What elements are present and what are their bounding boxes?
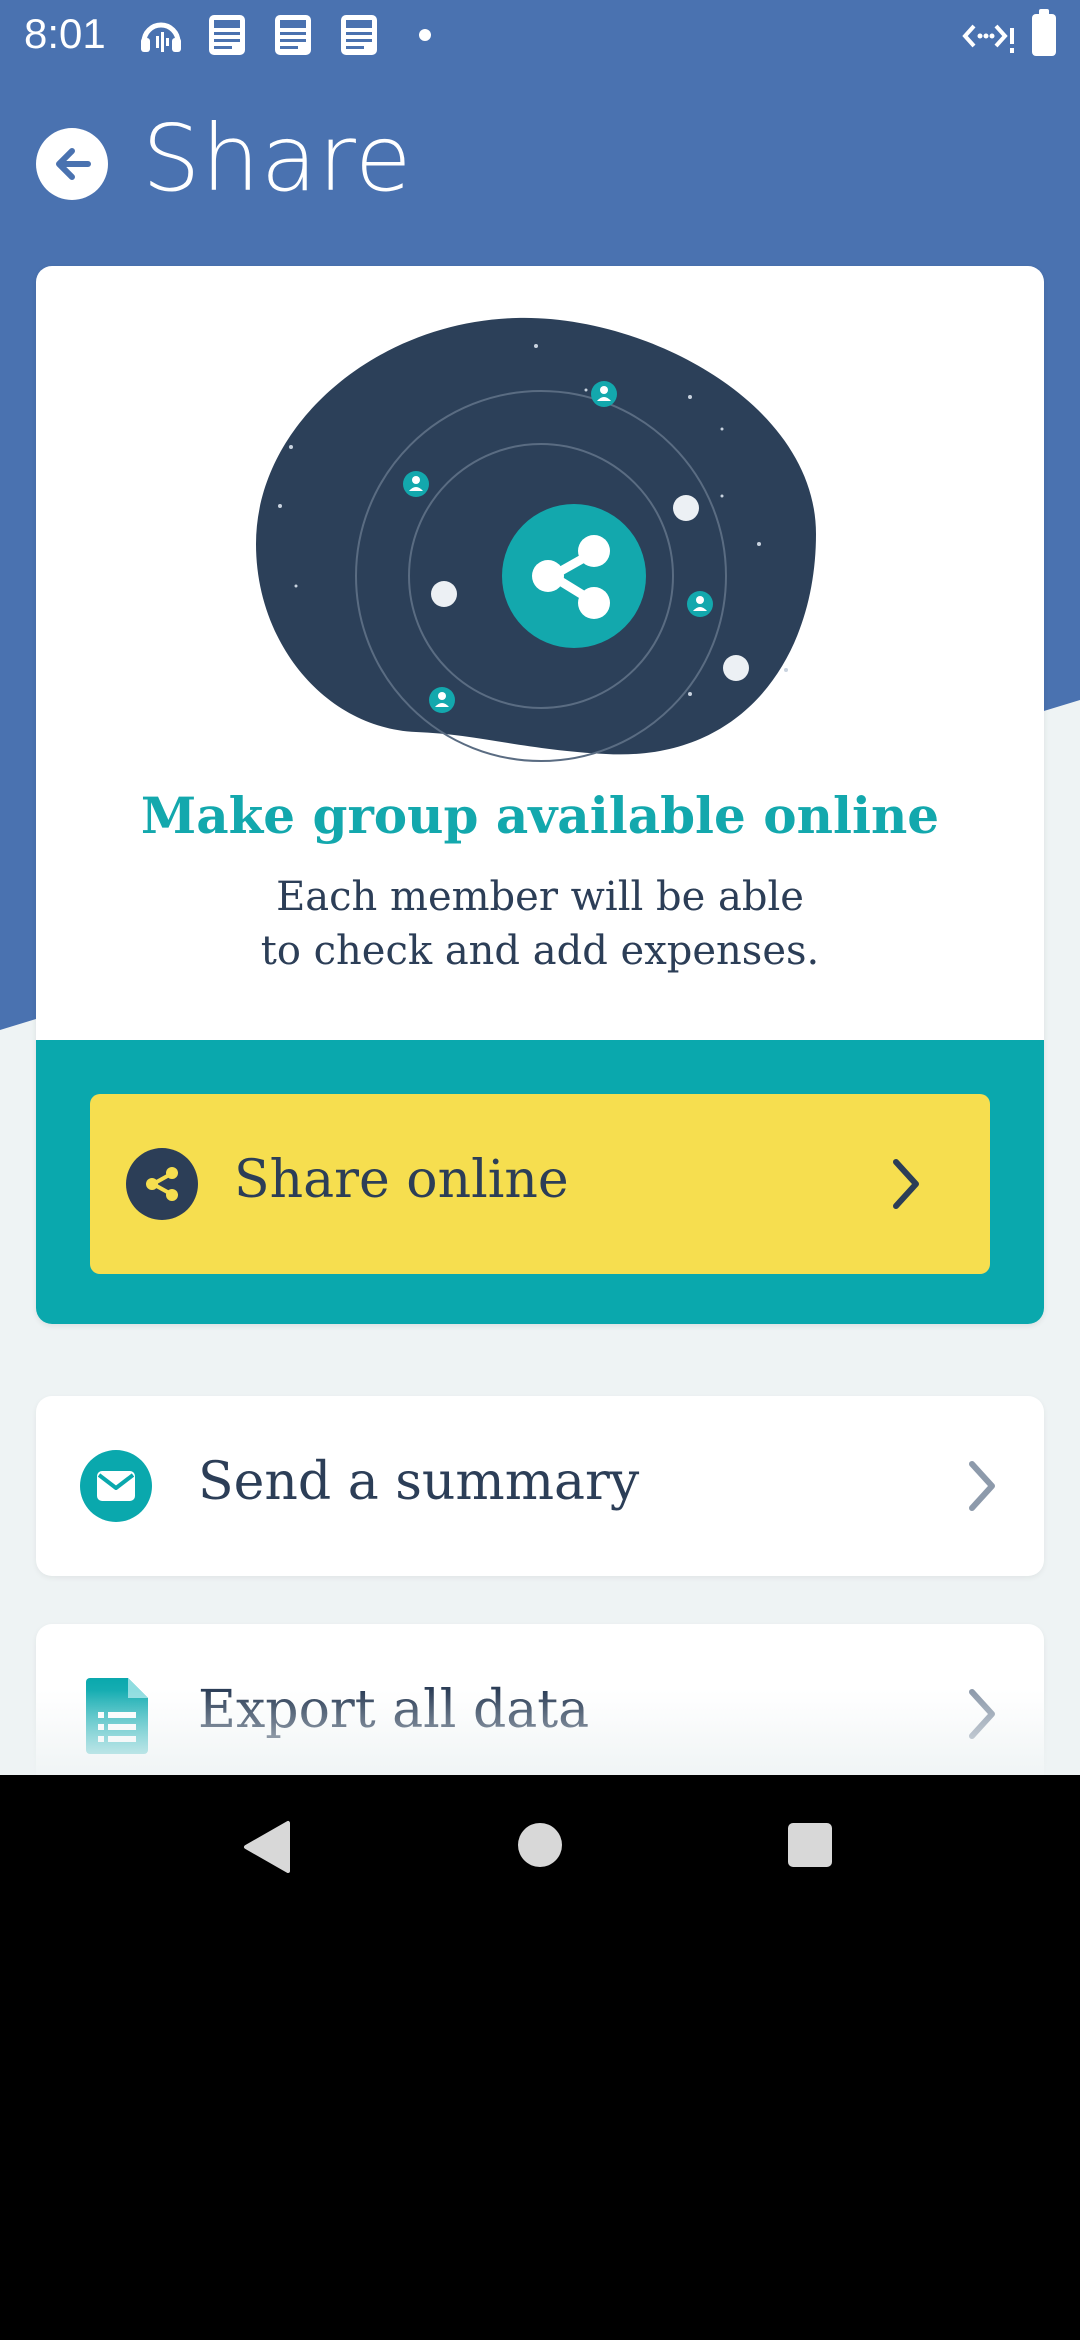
share-online-button[interactable]: Share online <box>90 1094 990 1274</box>
card-description-line-1: Each member will be able <box>276 874 804 920</box>
send-summary-label: Send a summary <box>198 1452 640 1512</box>
back-button[interactable] <box>36 128 108 200</box>
nav-recents-icon[interactable] <box>786 1821 834 1869</box>
chevron-right-icon <box>969 1461 995 1511</box>
chevron-right-icon <box>893 1159 919 1209</box>
arrow-left-icon <box>56 148 91 180</box>
user-avatar-icon <box>591 381 617 407</box>
nav-back-icon[interactable] <box>240 1819 292 1875</box>
news-icon <box>275 15 311 55</box>
share-icon <box>146 1167 178 1201</box>
scalloped-edge <box>36 1031 1044 1043</box>
user-avatar-icon <box>687 591 713 617</box>
page-title: Share <box>142 105 413 212</box>
scroll-fade <box>0 1690 1080 1775</box>
card-heading: Make group available online <box>140 786 940 845</box>
mail-icon <box>97 1471 135 1501</box>
status-bar: 8:01 <box>0 0 1080 72</box>
card-description-line-2: to check and add expenses. <box>260 928 820 974</box>
battery-icon <box>1032 9 1056 56</box>
data-saver-icon <box>962 24 1014 53</box>
share-action-band: Share online <box>36 1031 1044 1324</box>
share-online-label: Share online <box>234 1150 569 1210</box>
mail-icon-badge <box>80 1450 152 1522</box>
podcast-app-icon <box>141 22 181 52</box>
news-icon <box>209 15 245 55</box>
app-screen: 8:01 Share Make group available online E… <box>0 0 1080 1775</box>
notification-dot-icon <box>419 29 431 41</box>
network-illustration <box>256 317 816 762</box>
news-icon <box>341 15 377 55</box>
share-icon-badge <box>126 1148 198 1220</box>
user-avatar-icon <box>403 471 429 497</box>
user-avatar-icon <box>429 687 455 713</box>
send-summary-item[interactable]: Send a summary <box>36 1396 1044 1576</box>
nav-home-icon[interactable] <box>516 1821 564 1869</box>
system-navigation-bar <box>0 1775 1080 1920</box>
status-time: 8:01 <box>24 10 106 57</box>
share-online-card: Make group available online Each member … <box>36 266 1044 1324</box>
